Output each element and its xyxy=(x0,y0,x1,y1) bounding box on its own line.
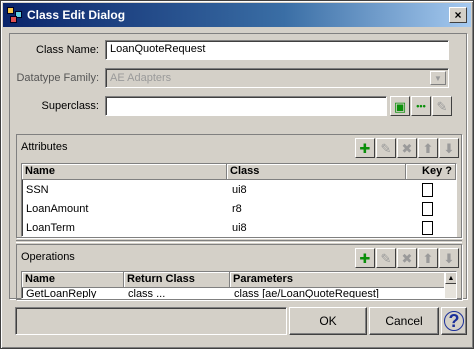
section-splitter[interactable] xyxy=(16,240,462,243)
table-row[interactable]: SSN ui8 xyxy=(22,180,456,199)
operations-section: Operations ✚ ✎ ✖ ⬆ ⬇ Name Return Class P… xyxy=(16,244,462,300)
delete-icon: ✖ xyxy=(401,250,413,266)
datatype-family-combo: AE Adapters ▼ xyxy=(105,68,449,88)
table-row[interactable]: LoanAmount r8 xyxy=(22,199,456,218)
close-button[interactable]: × xyxy=(449,7,467,23)
delete-icon: ✖ xyxy=(401,140,413,156)
operations-table: Name Return Class Parameters GetLoanRepl… xyxy=(21,271,457,299)
operations-header: Name Return Class Parameters xyxy=(22,272,456,288)
attributes-edit-button[interactable]: ✎ xyxy=(376,138,396,158)
operations-add-button[interactable]: ✚ xyxy=(355,248,375,268)
datatype-family-row: Datatype Family: AE Adapters ▼ xyxy=(10,68,449,88)
class-dialog-icon xyxy=(7,7,23,23)
edit-icon: ✎ xyxy=(380,140,392,156)
attribute-class: ui8 xyxy=(232,183,247,196)
column-header-parameters[interactable]: Parameters xyxy=(230,272,446,288)
title-bar[interactable]: Class Edit Dialog × xyxy=(3,3,471,27)
column-header-key[interactable]: Key ? xyxy=(406,164,456,180)
key-checkbox[interactable] xyxy=(421,220,433,235)
arrow-up-icon: ⬆ xyxy=(422,140,434,156)
superclass-input[interactable] xyxy=(105,96,387,116)
operations-toolbar: ✚ ✎ ✖ ⬆ ⬇ xyxy=(354,248,459,268)
arrow-up-icon: ⬆ xyxy=(422,250,434,266)
attributes-title: Attributes xyxy=(21,141,68,153)
attribute-name: LoanTerm xyxy=(26,221,75,234)
attribute-class: ui8 xyxy=(232,221,247,234)
scroll-up-icon[interactable]: ▲ xyxy=(445,272,456,284)
help-icon: ? xyxy=(444,311,464,331)
operations-move-down-button[interactable]: ⬇ xyxy=(439,248,459,268)
class-name-label: Class Name: xyxy=(36,44,99,56)
add-icon: ✚ xyxy=(359,250,371,266)
datatype-family-label: Datatype Family: xyxy=(16,72,99,84)
column-header-class[interactable]: Class xyxy=(227,164,407,180)
close-icon: × xyxy=(454,8,462,22)
help-button[interactable]: ? xyxy=(441,307,467,335)
attributes-move-up-button[interactable]: ⬆ xyxy=(418,138,438,158)
operation-parameters: class [ae/LoanQuoteRequest] xyxy=(234,288,379,299)
attributes-table: Name Class Key ? SSN ui8 LoanAmount r8 L… xyxy=(21,163,457,237)
operations-edit-button[interactable]: ✎ xyxy=(376,248,396,268)
attribute-name: SSN xyxy=(26,183,49,196)
column-header-name[interactable]: Name xyxy=(22,164,228,180)
operations-title: Operations xyxy=(21,251,75,263)
edit-superclass-button[interactable]: ✎ xyxy=(432,96,452,116)
add-icon: ✚ xyxy=(359,140,371,156)
browse-icon: ▣ xyxy=(393,98,407,114)
attributes-delete-button[interactable]: ✖ xyxy=(397,138,417,158)
more-options-button[interactable]: ••• xyxy=(411,96,431,116)
dialog-title: Class Edit Dialog xyxy=(27,8,126,22)
operation-return-class: class ... xyxy=(128,288,166,299)
arrow-down-icon: ⬇ xyxy=(443,140,455,156)
edit-icon: ✎ xyxy=(436,98,448,114)
cancel-button[interactable]: Cancel xyxy=(369,307,439,335)
more-icon: ••• xyxy=(416,100,426,111)
operations-delete-button[interactable]: ✖ xyxy=(397,248,417,268)
key-checkbox[interactable] xyxy=(421,182,433,197)
column-header-return-class[interactable]: Return Class xyxy=(124,272,230,288)
edit-icon: ✎ xyxy=(380,250,392,266)
column-header-name[interactable]: Name xyxy=(22,272,124,288)
content-frame: Class Name: LoanQuoteRequest Datatype Fa… xyxy=(9,33,467,300)
attribute-class: r8 xyxy=(232,202,242,215)
datatype-family-value: AE Adapters xyxy=(110,72,172,84)
operation-name: GetLoanReply xyxy=(26,288,97,299)
class-name-input[interactable]: LoanQuoteRequest xyxy=(105,40,449,60)
class-name-row: Class Name: LoanQuoteRequest xyxy=(10,40,449,60)
operations-move-up-button[interactable]: ⬆ xyxy=(418,248,438,268)
chevron-down-icon: ▼ xyxy=(430,71,446,85)
ok-button[interactable]: OK xyxy=(289,307,367,335)
status-area xyxy=(15,307,287,335)
table-row[interactable]: GetLoanReply class ... class [ae/LoanQuo… xyxy=(22,288,456,299)
browse-superclass-button[interactable]: ▣ xyxy=(390,96,410,116)
superclass-row: Superclass: ▣ ••• ✎ xyxy=(10,96,452,116)
table-row[interactable]: LoanTerm ui8 xyxy=(22,218,456,236)
arrow-down-icon: ⬇ xyxy=(443,250,455,266)
dialog-client: Class Name: LoanQuoteRequest Datatype Fa… xyxy=(7,31,469,343)
attributes-move-down-button[interactable]: ⬇ xyxy=(439,138,459,158)
key-checkbox[interactable] xyxy=(421,201,433,216)
superclass-label: Superclass: xyxy=(41,100,99,112)
class-edit-dialog: Class Edit Dialog × Class Name: LoanQuot… xyxy=(0,0,474,349)
attributes-add-button[interactable]: ✚ xyxy=(355,138,375,158)
operations-scrollbar[interactable]: ▲ xyxy=(444,272,456,298)
attributes-section: Attributes ✚ ✎ ✖ ⬆ ⬇ Name Class Key ? SS… xyxy=(16,134,462,238)
attributes-header: Name Class Key ? xyxy=(22,164,456,180)
attributes-toolbar: ✚ ✎ ✖ ⬆ ⬇ xyxy=(354,138,459,158)
attribute-name: LoanAmount xyxy=(26,202,89,215)
